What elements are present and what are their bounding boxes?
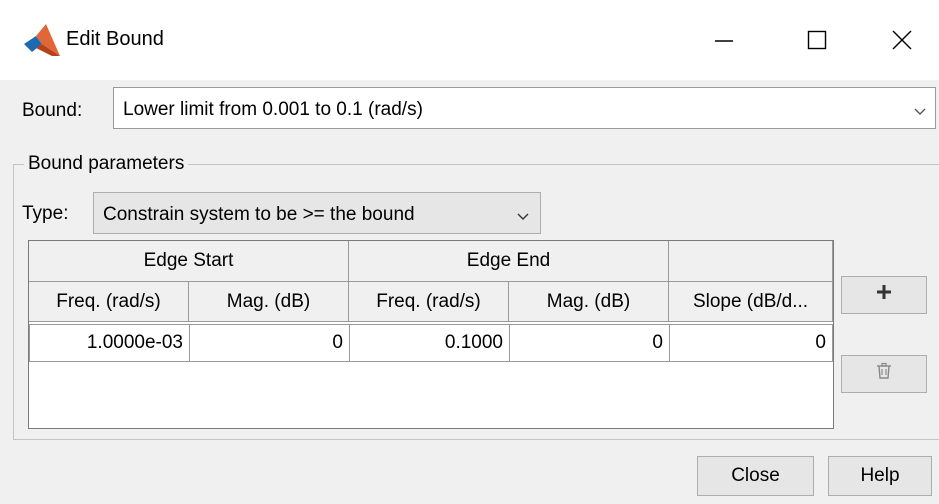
bound-select[interactable]: Lower limit from 0.001 to 0.1 (rad/s) [113,87,936,129]
trash-icon [875,362,893,386]
type-select[interactable]: Constrain system to be >= the bound [93,192,541,234]
minimize-button[interactable] [702,18,746,62]
bound-table[interactable]: Edge Start Edge End Freq. (rad/s) Mag. (… [28,240,834,429]
close-window-button[interactable] [880,18,924,62]
minimize-icon [713,29,735,51]
type-label: Type: [22,203,69,224]
title-bar: Edit Bound [0,0,939,80]
group-header-edge-start: Edge Start [29,241,349,282]
add-row-button[interactable] [841,276,927,314]
cell-end-freq[interactable]: 0.1000 [349,324,510,362]
chevron-down-icon [516,207,530,229]
plus-icon [875,283,893,307]
bound-parameters-title: Bound parameters [24,153,189,175]
close-button[interactable]: Close [697,456,814,496]
group-header-edge-end: Edge End [349,241,669,282]
column-header-start-mag: Mag. (dB) [189,282,349,322]
maximize-button[interactable] [795,18,839,62]
group-header-slope [669,241,833,282]
delete-row-button[interactable] [841,355,927,393]
column-header-start-freq: Freq. (rad/s) [29,282,189,322]
close-icon [891,29,913,51]
cell-start-mag[interactable]: 0 [189,324,350,362]
matlab-logo-icon [22,22,62,58]
column-header-end-mag: Mag. (dB) [509,282,669,322]
chevron-down-icon [913,102,927,124]
window-title: Edit Bound [66,28,164,50]
cell-start-freq[interactable]: 1.0000e-03 [29,324,190,362]
type-select-value: Constrain system to be >= the bound [103,204,415,225]
bound-select-value: Lower limit from 0.001 to 0.1 (rad/s) [123,99,423,120]
bound-label: Bound: [22,100,83,121]
column-header-end-freq: Freq. (rad/s) [349,282,509,322]
help-button[interactable]: Help [828,456,932,496]
cell-slope[interactable]: 0 [669,324,833,362]
cell-end-mag[interactable]: 0 [509,324,670,362]
maximize-icon [806,29,828,51]
column-header-slope: Slope (dB/d... [669,282,833,322]
